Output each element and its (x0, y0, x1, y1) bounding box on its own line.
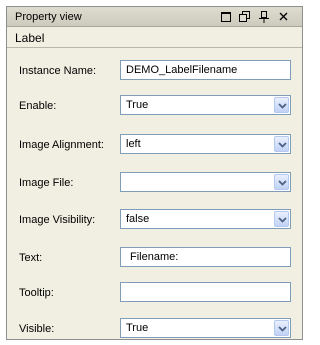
property-row-visible: Visible: True (7, 318, 302, 340)
chevron-down-icon[interactable] (274, 211, 289, 227)
property-row-enable: Enable: True (7, 95, 302, 117)
property-label: Visible: (19, 323, 55, 335)
panel-title: Property view (15, 11, 82, 23)
property-label: Text: (19, 252, 43, 264)
chevron-down-icon[interactable] (274, 174, 289, 190)
text-input[interactable]: Filename: (120, 247, 291, 267)
property-label: Tooltip: (19, 287, 54, 299)
image-file-select[interactable] (120, 172, 291, 192)
tooltip-input[interactable] (120, 282, 291, 302)
property-row-text: Text: Filename: (7, 247, 302, 269)
title-bar: Property view (7, 7, 302, 27)
property-label: Image Alignment: (19, 139, 104, 151)
property-label: Instance Name: (19, 65, 97, 77)
property-label: Image File: (19, 177, 74, 189)
component-type-label: Label (15, 31, 45, 45)
chevron-down-icon[interactable] (274, 136, 289, 152)
visible-select[interactable]: True (120, 318, 291, 338)
property-view-panel: Property view Label Instance Name: DEMO_… (6, 6, 303, 340)
property-row-image-alignment: Image Alignment: left (7, 134, 302, 156)
close-icon[interactable] (277, 10, 291, 24)
chevron-down-icon[interactable] (274, 320, 289, 336)
property-label: Image Visibility: (19, 214, 96, 226)
component-type-header: Label (7, 28, 302, 48)
property-label: Enable: (19, 100, 57, 112)
enable-select[interactable]: True (120, 95, 291, 115)
image-visibility-select[interactable]: false (120, 209, 291, 229)
maximize-icon[interactable] (219, 10, 233, 24)
property-row-tooltip: Tooltip: (7, 282, 302, 304)
image-alignment-select[interactable]: left (120, 134, 291, 154)
property-row-image-visibility: Image Visibility: false (7, 209, 302, 231)
pin-icon[interactable] (257, 10, 271, 24)
property-row-instance-name: Instance Name: DEMO_LabelFilename (7, 60, 302, 82)
property-row-image-file: Image File: (7, 172, 302, 194)
restore-icon[interactable] (238, 10, 252, 24)
chevron-down-icon[interactable] (274, 97, 289, 113)
instance-name-input[interactable]: DEMO_LabelFilename (120, 60, 291, 80)
